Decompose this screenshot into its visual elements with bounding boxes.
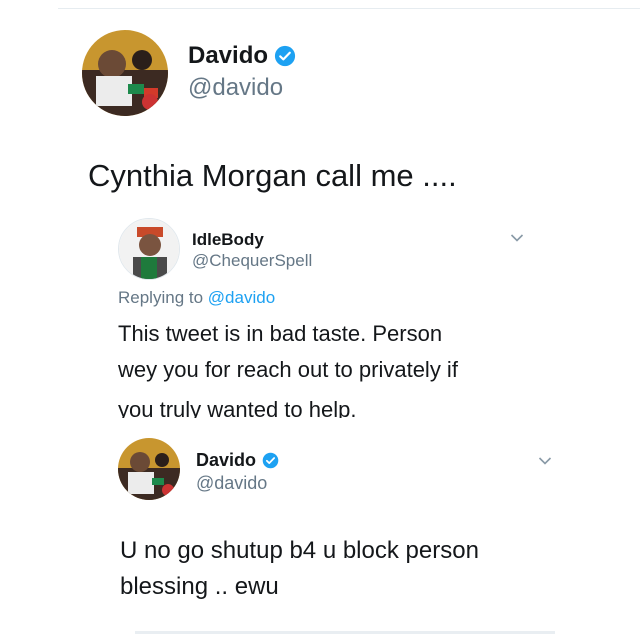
- reply-text-line-1: This tweet is in bad taste. Person: [118, 321, 443, 346]
- reply2-text-line-1: U no go shutup b4 u block person: [120, 537, 479, 564]
- replying-to-line: Replying to @davido: [118, 288, 275, 308]
- chevron-down-icon[interactable]: [510, 233, 524, 243]
- tweet-text: Cynthia Morgan call me ....: [88, 158, 457, 193]
- replying-to-label: Replying to: [118, 288, 204, 307]
- verified-badge-icon: [274, 45, 296, 67]
- top-divider: [58, 8, 640, 9]
- reply-text-line-3: you truly wanted to help.: [118, 397, 357, 418]
- replying-to-link[interactable]: @davido: [208, 288, 275, 307]
- reply-author-handle[interactable]: @ChequerSpell: [192, 251, 312, 271]
- author-name[interactable]: Davido: [188, 42, 268, 70]
- avatar-davido[interactable]: [82, 30, 168, 116]
- verified-badge-icon: [262, 452, 279, 469]
- reply2-text-line-2: blessing .. ewu: [120, 573, 279, 600]
- avatar-davido-reply[interactable]: [118, 438, 180, 500]
- chevron-down-icon[interactable]: [538, 456, 552, 466]
- author-handle[interactable]: @davido: [188, 74, 283, 102]
- reply-text-line-2: wey you for reach out to privately if: [118, 357, 458, 382]
- bottom-divider: [135, 631, 555, 634]
- avatar-idlebody[interactable]: [118, 218, 180, 280]
- reply2-author-handle[interactable]: @davido: [196, 473, 267, 494]
- reply-author-name[interactable]: IdleBody: [192, 230, 264, 250]
- reply2-author-name[interactable]: Davido: [196, 450, 256, 471]
